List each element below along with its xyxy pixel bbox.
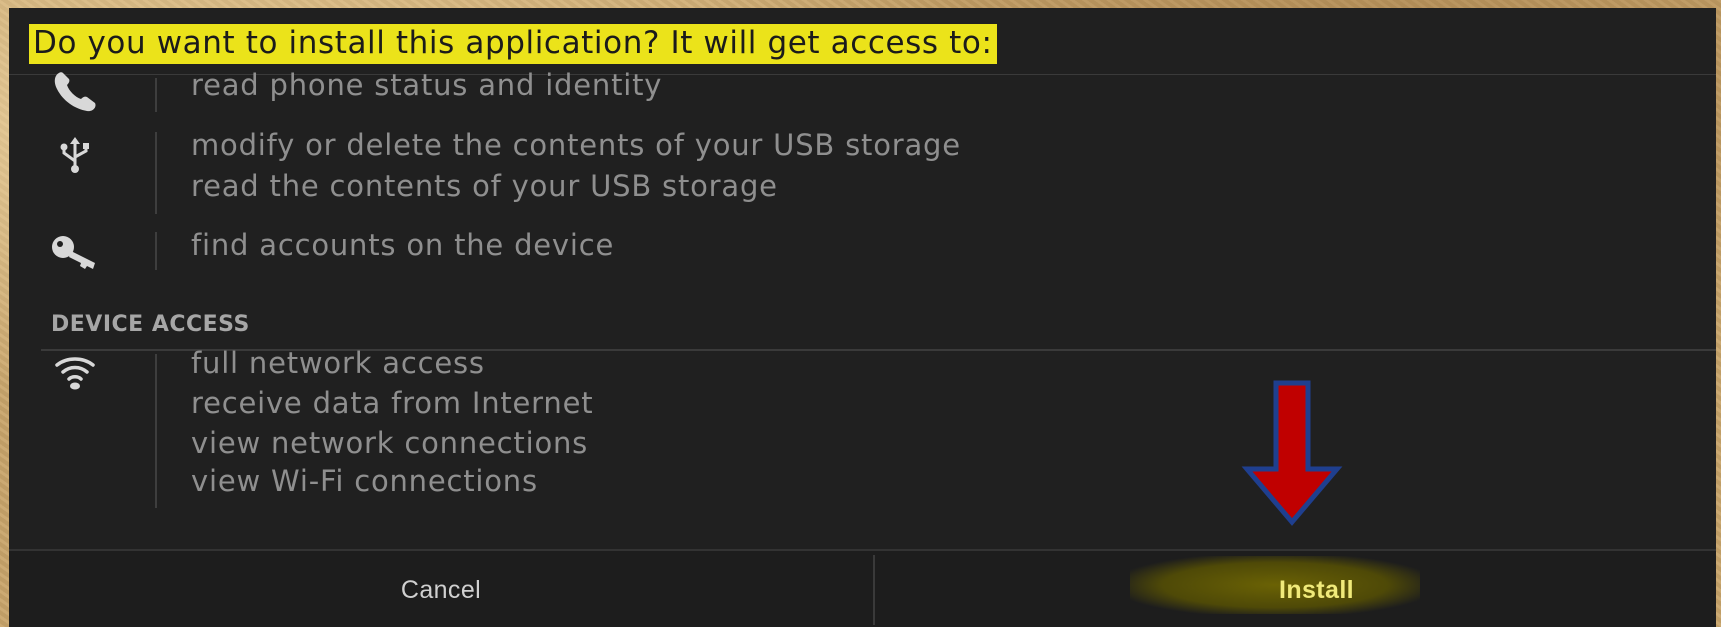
section-header-device-access: DEVICE ACCESS [51,312,250,337]
permission-item: view Wi-Fi connections [191,464,538,498]
install-permissions-dialog: Do you want to install this application?… [9,8,1716,627]
key-icon [45,226,105,276]
install-button[interactable]: Install [875,551,1716,627]
dialog-title: Do you want to install this application?… [29,24,997,64]
group-divider [155,232,157,270]
dialog-title-bar: Do you want to install this application?… [9,8,1716,75]
install-button-label: Install [1278,575,1355,604]
cancel-button-label: Cancel [400,575,482,604]
permission-item: full network access [191,346,485,380]
permission-item: read phone status and identity [191,68,663,102]
permission-item: read the contents of your USB storage [191,169,778,203]
phone-icon [45,66,105,116]
permission-item: receive data from Internet [191,386,594,420]
permission-item: view network connections [191,426,589,460]
cancel-button[interactable]: Cancel [9,551,873,627]
permission-item: modify or delete the contents of your US… [191,128,961,162]
red-arrow-annotation [1241,380,1343,526]
group-divider [155,78,157,112]
permission-item: find accounts on the device [191,228,615,262]
wifi-icon [45,350,105,400]
group-divider [155,354,157,508]
usb-icon [45,130,105,180]
group-divider [155,132,157,214]
